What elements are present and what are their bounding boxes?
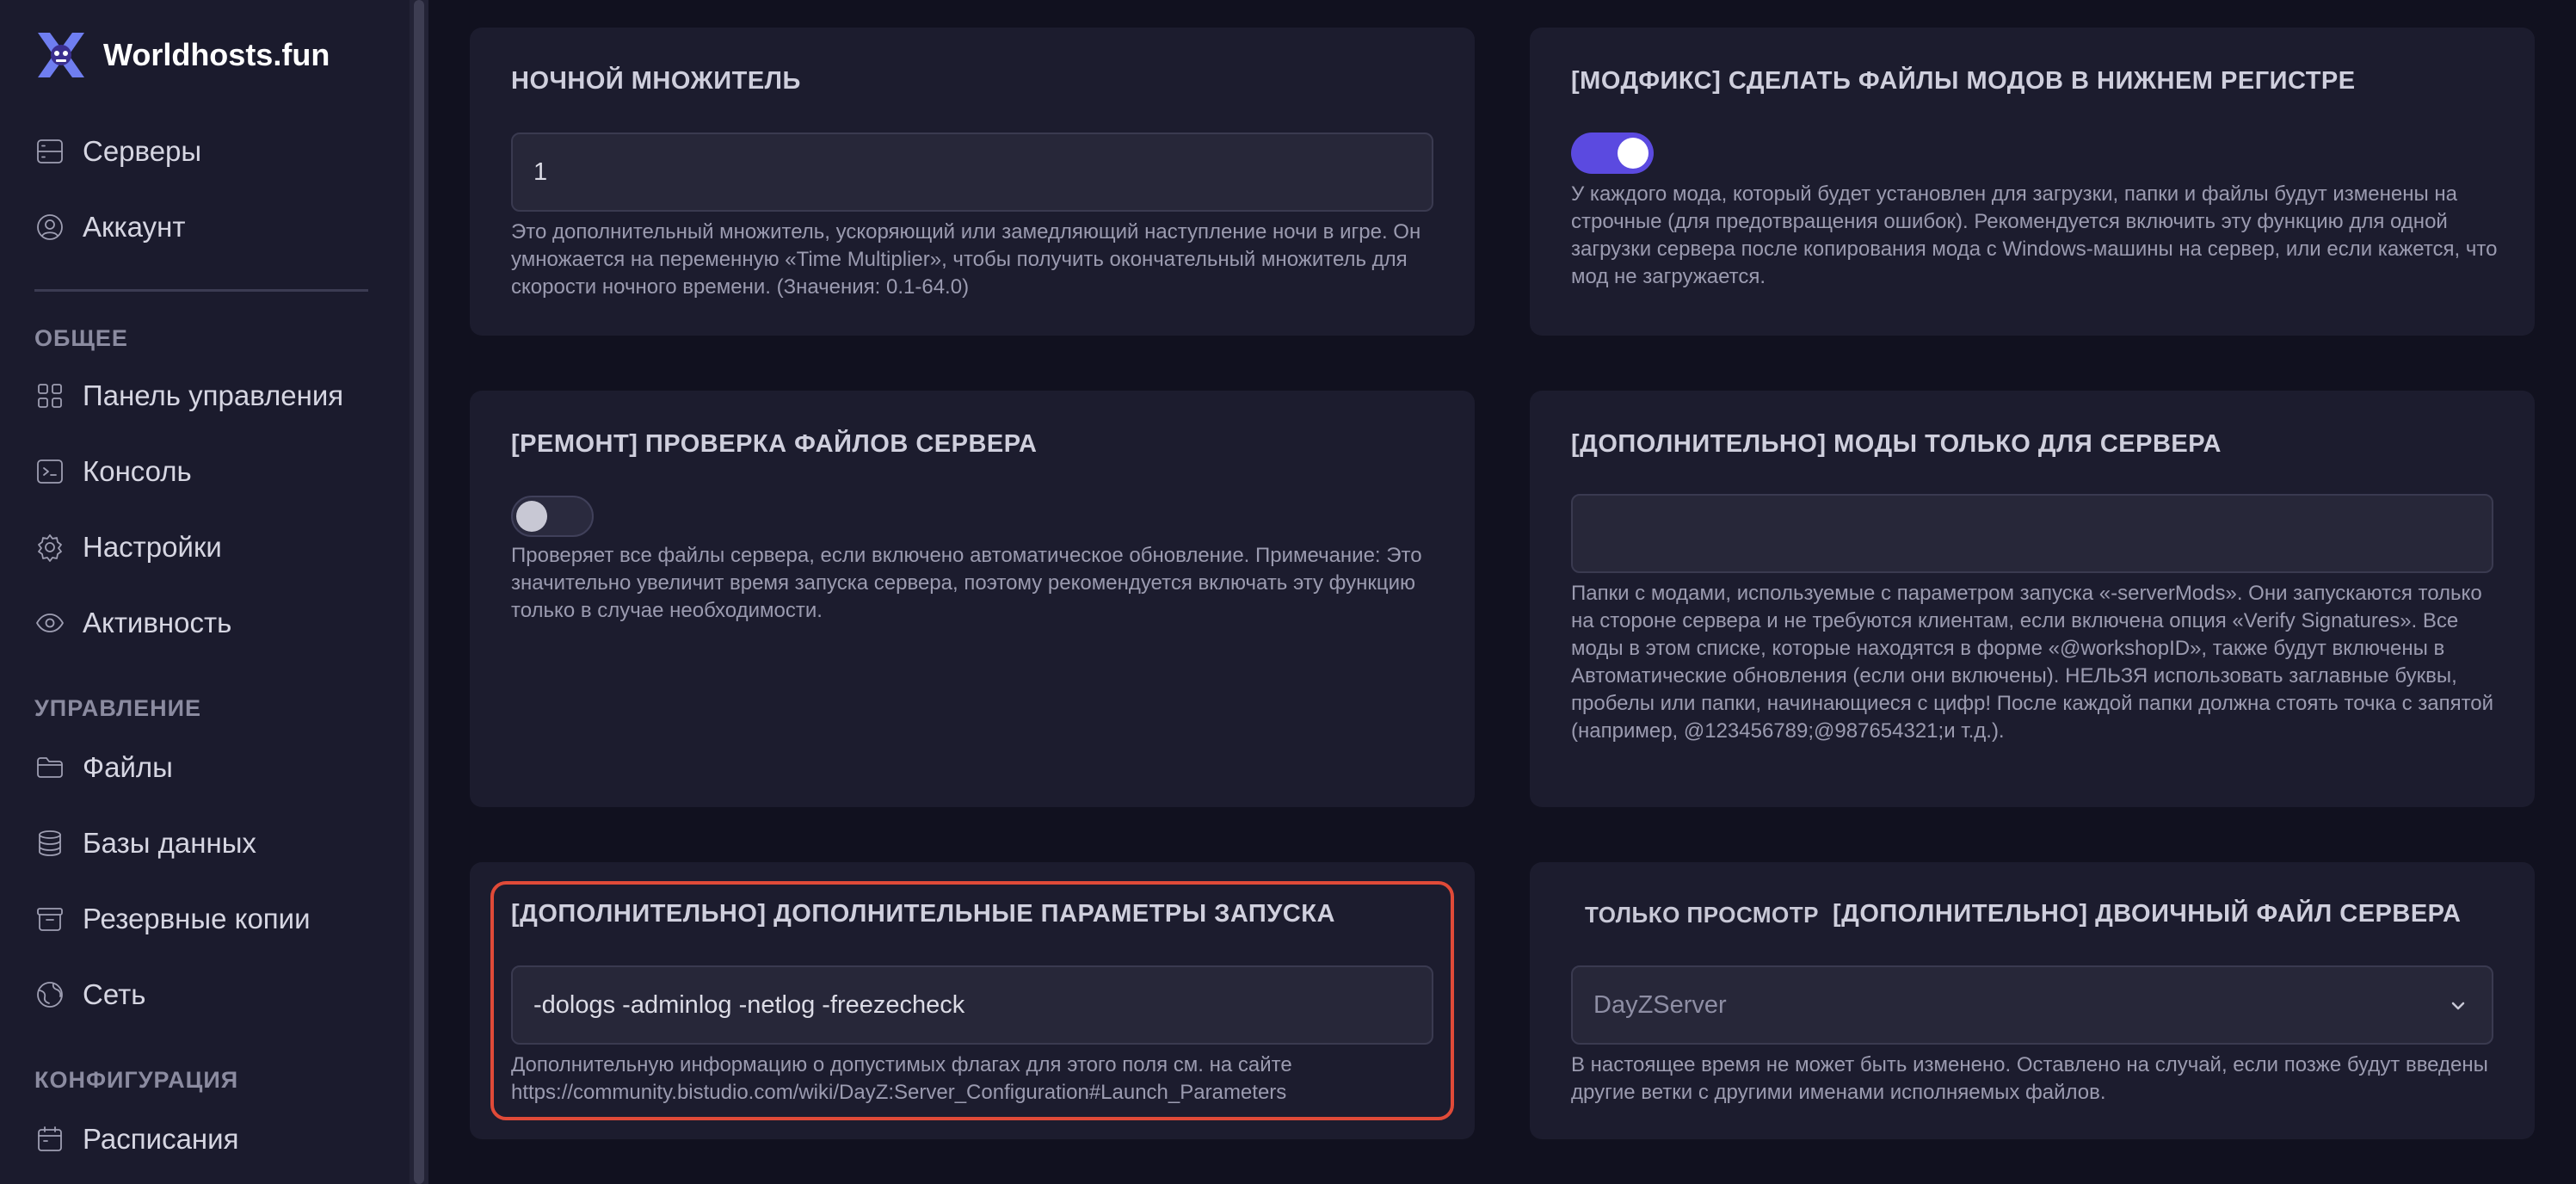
card-description: Дополнительную информацию о допустимых ф… [511,1053,1292,1104]
chevron-down-icon [2451,1002,2465,1010]
sidebar-item-backups[interactable]: Резервные копии [34,895,311,943]
gear-icon [38,534,62,562]
card-launch-params: [ДОПОЛНИТЕЛЬНО] ДОПОЛНИТЕЛЬНЫЕ ПАРАМЕТРЫ… [470,862,1475,1139]
database-icon [39,830,61,856]
section-general: ОБЩЕЕ [34,325,128,351]
card-server-binary: ТОЛЬКО ПРОСМОТР [ДОПОЛНИТЕЛЬНО] ДВОИЧНЫЙ… [1530,862,2535,1139]
sidebar-item-servers[interactable]: Серверы [34,127,201,176]
sidebar-item-label: Активность [83,607,232,638]
sidebar-item-schedules[interactable]: Расписания [34,1115,238,1163]
sidebar-scrollbar[interactable] [410,0,428,1184]
card-title: [МОДФИКС] СДЕЛАТЬ ФАЙЛЫ МОДОВ В НИЖНЕМ Р… [1571,67,2356,95]
toggle-knob [1618,138,1649,169]
card-description: Папки с модами, используемые с параметро… [1571,582,2494,743]
card-description: Проверяет все файлы сервера, если включе… [511,544,1422,622]
brand[interactable]: Worldhosts.fun [34,29,330,81]
sidebar-item-settings[interactable]: Настройки [34,523,222,571]
repair-toggle[interactable] [511,496,594,537]
sidebar-item-activity[interactable]: Активность [34,599,231,647]
calendar-icon [38,1126,62,1151]
sidebar: Worldhosts.fun Серверы Аккаунт ОБЩЕЕ Пан… [0,0,410,1184]
sidebar-item-label: Резервные копии [83,903,311,934]
card-title: [ДОПОЛНИТЕЛЬНО] ДВОИЧНЫЙ ФАЙЛ СЕРВЕРА [1833,900,2462,928]
sidebar-item-console[interactable]: Консоль [34,447,192,496]
card-title: [ДОПОЛНИТЕЛЬНО] МОДЫ ТОЛЬКО ДЛЯ СЕРВЕРА [1571,430,2222,458]
night-multiplier-input[interactable]: 1 [511,133,1433,212]
card-server-mods: [ДОПОЛНИТЕЛЬНО] МОДЫ ТОЛЬКО ДЛЯ СЕРВЕРА … [1530,391,2535,807]
sidebar-item-network[interactable]: Сеть [34,971,145,1019]
sidebar-divider [34,289,368,292]
card-modfix: [МОДФИКС] СДЕЛАТЬ ФАЙЛЫ МОДОВ В НИЖНЕМ Р… [1530,28,2535,336]
grid-icon [38,384,62,408]
sidebar-item-label: Консоль [83,455,192,487]
brand-name: Worldhosts.fun [103,37,330,72]
card-title: [РЕМОНТ] ПРОВЕРКА ФАЙЛОВ СЕРВЕРА [511,430,1038,458]
server-binary-select[interactable]: DayZServer [1571,965,2493,1045]
toggle-knob [516,501,547,532]
launch-params-input[interactable]: -dologs -adminlog -netlog -freezecheck [511,965,1433,1045]
sidebar-item-label: Настройки [83,531,222,563]
sidebar-item-label: Серверы [83,135,202,167]
server-icon [37,139,63,163]
card-description: Это дополнительный множитель, ускоряющий… [511,220,1421,299]
eye-icon [36,614,64,632]
card-title: НОЧНОЙ МНОЖИТЕЛЬ [511,67,801,95]
logo-icon [38,33,84,77]
sidebar-item-account[interactable]: Аккаунт [34,203,185,251]
card-description: В настоящее время не может быть изменено… [1571,1053,2488,1104]
card-description: У каждого мода, который будет установлен… [1571,182,2498,288]
read-only-badge: ТОЛЬКО ПРОСМОТР [1585,902,1820,928]
scrollbar-thumb[interactable] [414,0,424,1184]
section-management: УПРАВЛЕНИЕ [34,695,202,721]
sidebar-item-label: Базы данных [83,827,256,859]
user-circle-icon [37,214,63,240]
sidebar-item-label: Файлы [83,751,173,783]
modfix-toggle[interactable] [1571,133,1654,174]
sidebar-item-label: Аккаунт [83,211,186,243]
card-title: [ДОПОЛНИТЕЛЬНО] ДОПОЛНИТЕЛЬНЫЕ ПАРАМЕТРЫ… [511,900,1335,928]
terminal-icon [37,459,63,484]
sidebar-item-label: Панель управления [83,379,344,411]
sidebar-item-label: Расписания [83,1123,239,1155]
select-value: DayZServer [1593,990,1727,1019]
globe-icon [37,982,63,1008]
sidebar-item-databases[interactable]: Базы данных [34,819,256,867]
sidebar-item-files[interactable]: Файлы [34,743,173,792]
section-config: КОНФИГУРАЦИЯ [34,1067,239,1093]
archive-icon [37,908,63,931]
card-night-multiplier: НОЧНОЙ МНОЖИТЕЛЬ 1 Это дополнительный мн… [470,28,1475,336]
sidebar-item-label: Сеть [83,978,146,1010]
card-repair: [РЕМОНТ] ПРОВЕРКА ФАЙЛОВ СЕРВЕРА Проверя… [470,391,1475,807]
folder-icon [37,757,63,778]
sidebar-item-dashboard[interactable]: Панель управления [34,372,343,420]
server-mods-input[interactable] [1571,494,2493,573]
